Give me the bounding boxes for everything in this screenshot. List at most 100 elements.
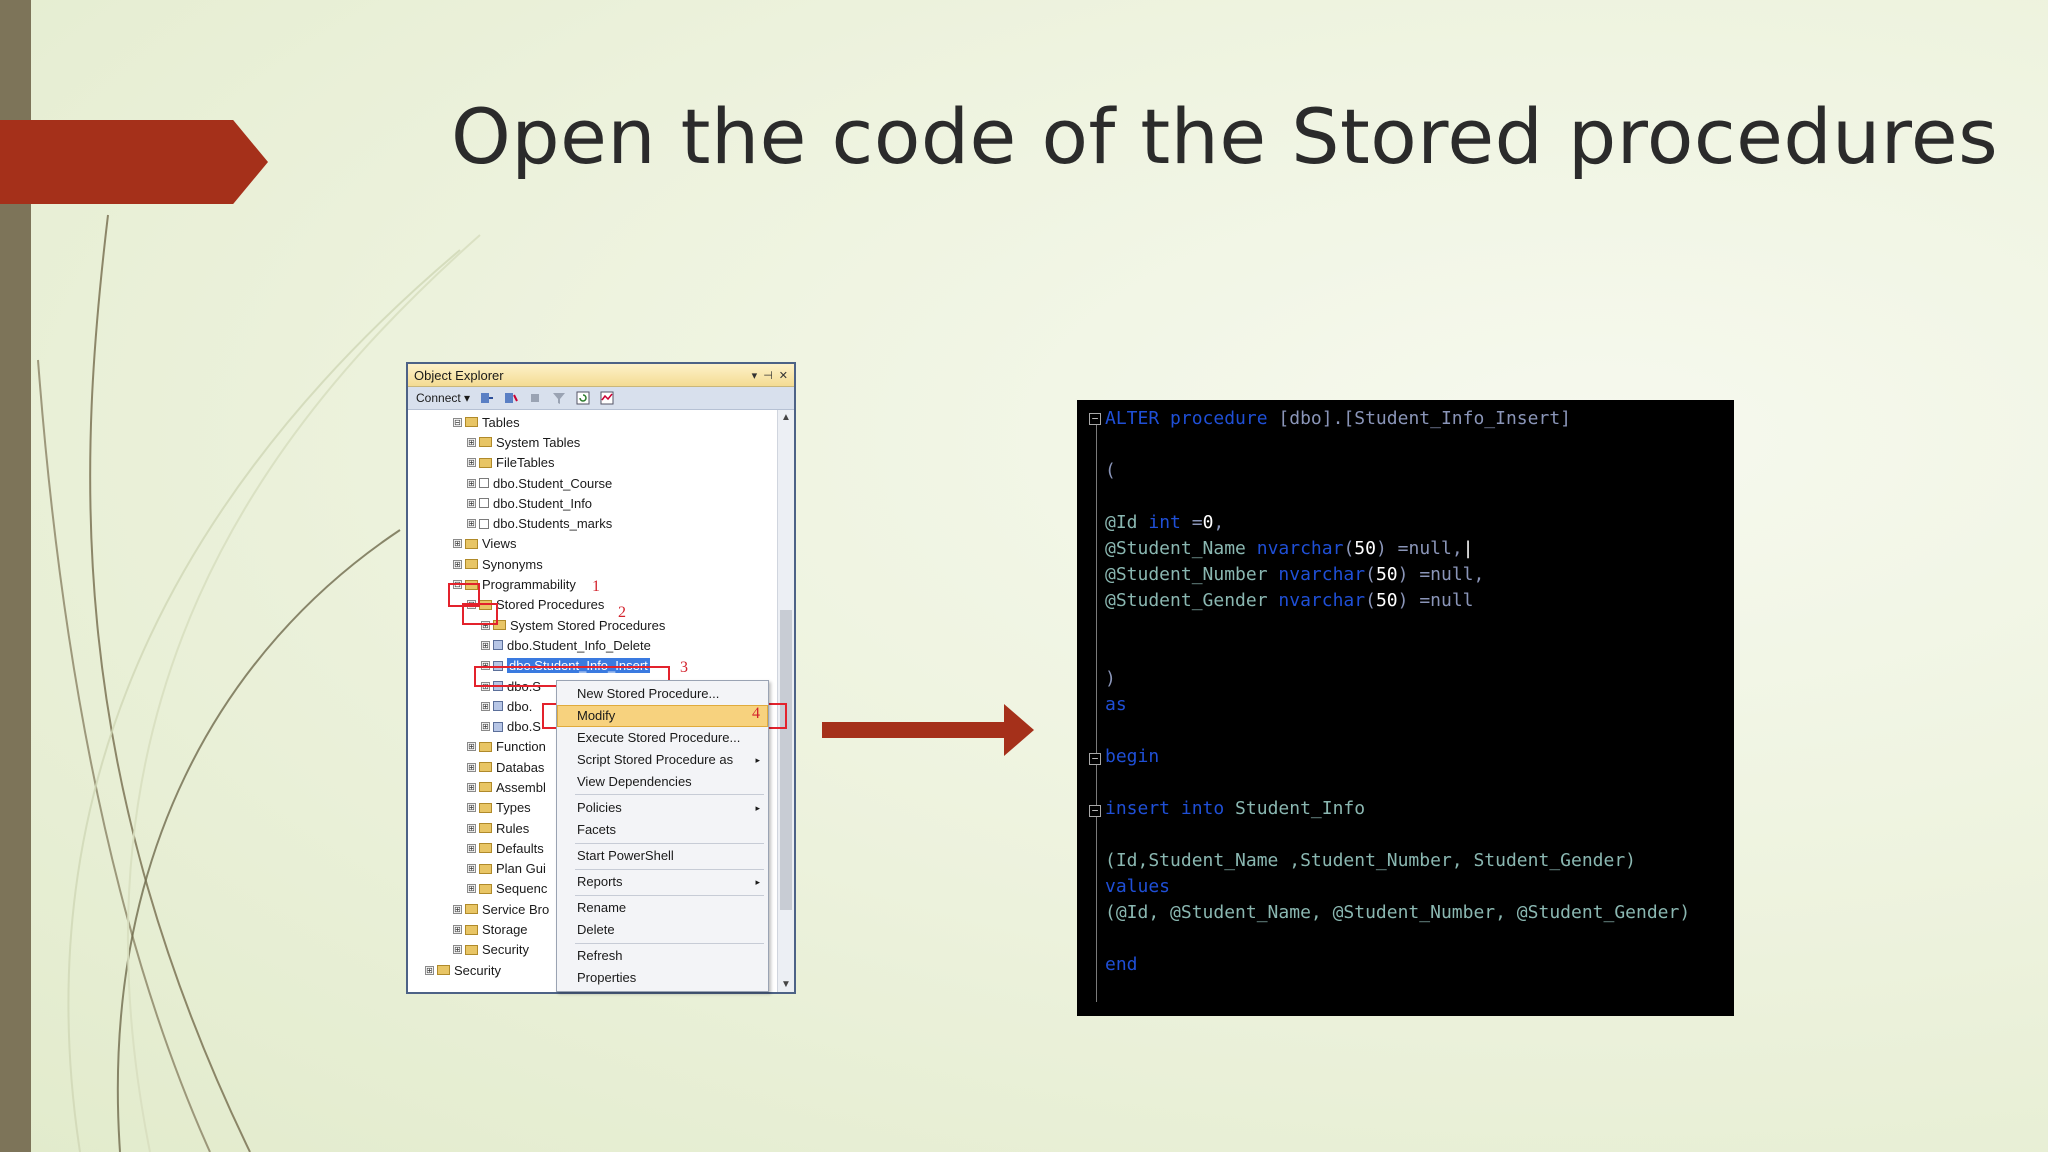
expand-icon[interactable]: ⊞	[481, 640, 490, 650]
menu-item-reports[interactable]: Reports ▸	[577, 872, 760, 892]
step-number-4: 4	[752, 705, 760, 722]
expand-icon[interactable]: ⊞	[481, 701, 490, 711]
tree-node-label: dbo.	[507, 698, 533, 714]
refresh-icon[interactable]	[576, 391, 590, 405]
folder-icon	[479, 883, 492, 894]
tree-node[interactable]: ⊞ Synonyms	[408, 554, 794, 574]
tree-node[interactable]: ⊟ Tables	[408, 412, 794, 432]
expand-icon[interactable]: ⊞	[481, 722, 490, 732]
expand-icon[interactable]: ⊞	[467, 742, 476, 752]
expand-icon[interactable]: ⊞	[467, 884, 476, 894]
folder-icon	[465, 417, 478, 428]
tree-node[interactable]: ⊞ dbo.Student_Info_Delete	[408, 635, 794, 655]
menu-item-start-powershell[interactable]: Start PowerShell	[577, 846, 760, 866]
collapse-icon[interactable]: −	[1089, 805, 1101, 817]
code-line: @Student_Gender nvarchar(50) =null	[1105, 590, 1474, 611]
collapse-icon[interactable]: −	[1089, 753, 1101, 765]
scrollbar-thumb[interactable]	[780, 610, 792, 910]
tree-node[interactable]: ⊞ Views	[408, 534, 794, 554]
menu-item-view-dependencies[interactable]: View Dependencies	[577, 772, 760, 792]
tree-node-label: Views	[482, 536, 517, 552]
submenu-arrow-icon: ▸	[755, 755, 760, 765]
expand-icon[interactable]: ⊞	[467, 843, 476, 853]
code-line: @Student_Name nvarchar(50) =null,|	[1105, 538, 1474, 559]
stop-icon[interactable]	[528, 391, 542, 405]
disconnect-icon[interactable]	[504, 391, 518, 405]
expand-icon[interactable]: ⊞	[467, 803, 476, 813]
expand-icon[interactable]: ⊞	[467, 478, 476, 488]
folder-icon	[465, 559, 478, 570]
expand-icon[interactable]: ⊞	[467, 823, 476, 833]
tree-node[interactable]: ⊞ System Tables	[408, 432, 794, 452]
step-number-2: 2	[618, 604, 626, 621]
connect-icon[interactable]	[480, 391, 494, 405]
expand-icon[interactable]: ⊞	[453, 904, 462, 914]
code-line: (	[1105, 460, 1116, 481]
code-line: values	[1105, 876, 1171, 897]
folder-icon	[479, 782, 492, 793]
menu-separator	[575, 843, 764, 844]
collapse-icon[interactable]: −	[1089, 413, 1101, 425]
connect-button[interactable]: Connect ▾	[416, 391, 470, 405]
right-arrow-shaft	[822, 722, 1010, 738]
menu-item-execute-stored-procedure[interactable]: Execute Stored Procedure...	[577, 728, 760, 748]
dropdown-icon[interactable]: ▾	[752, 369, 758, 382]
sql-code-editor[interactable]: − − − ALTER procedure [dbo].[Student_Inf…	[1077, 400, 1734, 1016]
folder-icon	[479, 802, 492, 813]
activity-monitor-icon[interactable]	[600, 391, 614, 405]
menu-item-modify[interactable]: Modify	[577, 706, 760, 726]
folder-icon	[437, 965, 450, 976]
tree-node-label: FileTables	[496, 455, 555, 471]
menu-item-properties[interactable]: Properties	[577, 968, 760, 988]
filter-icon[interactable]	[552, 391, 566, 405]
menu-item-policies[interactable]: Policies ▸	[577, 798, 760, 818]
menu-item-delete[interactable]: Delete	[577, 920, 760, 940]
menu-item-facets[interactable]: Facets	[577, 820, 760, 840]
tree-node-label: Rules	[496, 820, 530, 836]
slide: Open the code of the Stored procedures O…	[0, 0, 2048, 1152]
folder-icon	[465, 944, 478, 955]
expand-icon[interactable]: ⊞	[453, 945, 462, 955]
expand-icon[interactable]: ⊞	[467, 498, 476, 508]
stored-procedure-icon	[493, 640, 503, 651]
table-icon	[479, 478, 489, 489]
menu-item-rename[interactable]: Rename	[577, 898, 760, 918]
scroll-down-icon[interactable]: ▼	[778, 979, 794, 990]
tree-node[interactable]: ⊞ FileTables	[408, 453, 794, 473]
expand-icon[interactable]: ⊞	[467, 864, 476, 874]
expand-icon[interactable]: ⊞	[467, 762, 476, 772]
tree-node[interactable]: ⊞ dbo.Student_Course	[408, 473, 794, 493]
tree-node-label: dbo.Students_marks	[493, 516, 613, 532]
expand-icon[interactable]: ⊞	[453, 559, 462, 569]
annotation-box-2	[462, 603, 498, 625]
expand-icon[interactable]: ⊞	[425, 965, 434, 975]
menu-item-new-stored-procedure[interactable]: New Stored Procedure...	[577, 684, 760, 704]
object-explorer-titlebar: Object Explorer ▾ ⊣ ✕	[408, 364, 794, 387]
code-line: begin	[1105, 746, 1160, 767]
tree-node[interactable]: ⊞ dbo.Students_marks	[408, 513, 794, 533]
tree-node-label: Databas	[496, 759, 545, 775]
title-arrow-shape	[0, 120, 268, 204]
tree-node[interactable]: ⊞ dbo.Student_Info	[408, 493, 794, 513]
expand-icon[interactable]: ⊞	[467, 458, 476, 468]
collapse-icon[interactable]: ⊟	[453, 417, 462, 427]
expand-icon[interactable]: ⊞	[453, 925, 462, 935]
scroll-up-icon[interactable]: ▲	[778, 412, 794, 423]
step-number-3: 3	[680, 659, 688, 676]
expand-icon[interactable]: ⊞	[453, 539, 462, 549]
expand-icon[interactable]: ⊞	[467, 519, 476, 529]
tree-node-label: System Tables	[496, 434, 581, 450]
close-icon[interactable]: ✕	[779, 369, 788, 382]
menu-item-label: Script Stored Procedure as	[577, 752, 734, 767]
expand-icon[interactable]: ⊞	[467, 437, 476, 447]
tree-node-label: dbo.S	[507, 719, 541, 735]
pin-icon[interactable]: ⊣	[763, 369, 773, 382]
tree-node-label: Function	[496, 739, 546, 755]
expand-icon[interactable]: ⊞	[467, 782, 476, 792]
object-explorer-scrollbar[interactable]: ▲ ▼	[777, 410, 794, 992]
menu-item-refresh[interactable]: Refresh	[577, 946, 760, 966]
tree-node-label: Security	[454, 962, 501, 978]
menu-item-script-stored-procedure-as[interactable]: Script Stored Procedure as ▸	[577, 750, 760, 770]
right-arrow-icon	[1004, 704, 1034, 756]
code-line: @Student_Number nvarchar(50) =null,	[1105, 564, 1485, 585]
